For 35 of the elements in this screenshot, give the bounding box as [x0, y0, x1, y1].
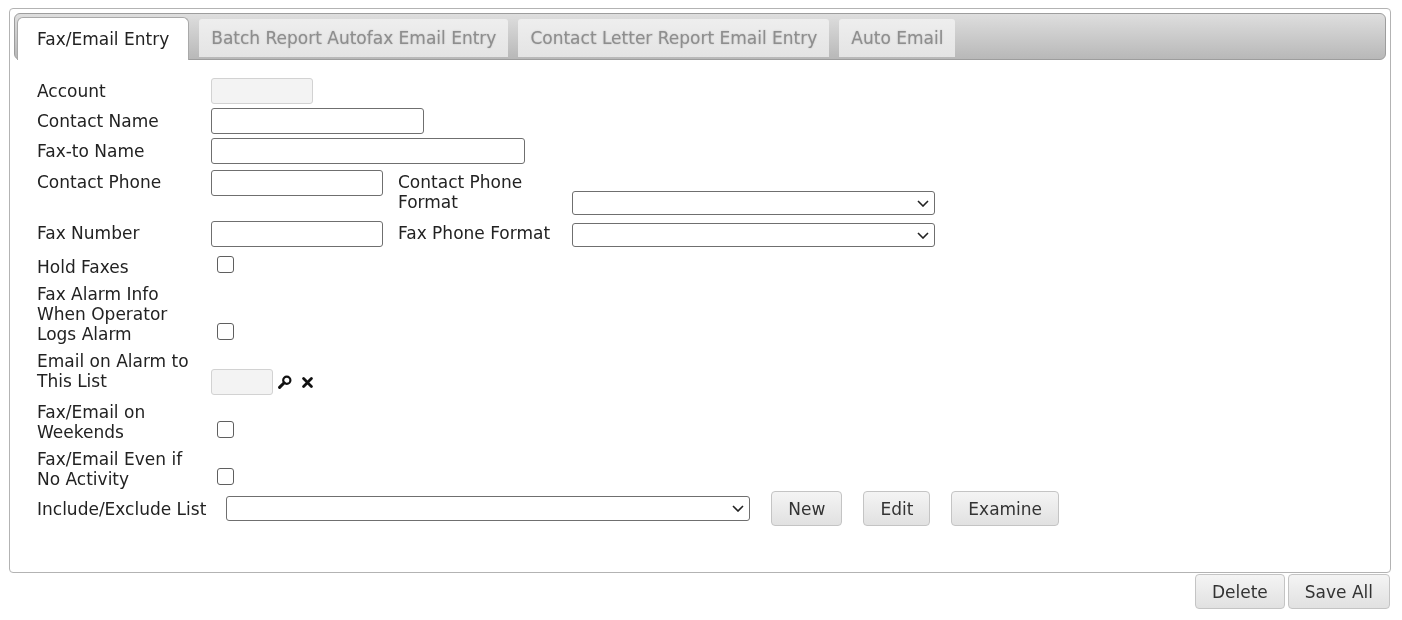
- field-label: Contact Phone Format: [398, 171, 524, 214]
- chevron-down-icon: [732, 505, 745, 512]
- dropdown-select[interactable]: [226, 496, 751, 521]
- checkbox[interactable]: [217, 256, 234, 273]
- dropdown-select[interactable]: [572, 223, 935, 247]
- dropdown-select[interactable]: [572, 191, 935, 215]
- form-button[interactable]: Examine: [951, 491, 1060, 526]
- input-field[interactable]: [211, 170, 383, 196]
- input-field[interactable]: [211, 108, 424, 134]
- field-label: Email on Alarm to This List: [37, 351, 190, 391]
- form-button[interactable]: New: [771, 491, 843, 526]
- checkbox[interactable]: [217, 421, 234, 438]
- field-label: Include/Exclude List: [37, 498, 207, 519]
- search-icon[interactable]: [278, 375, 292, 389]
- footer-button[interactable]: Save All: [1287, 574, 1390, 609]
- field-label: Fax/Email on Weekends: [37, 402, 147, 442]
- field-label: Contact Phone: [37, 171, 163, 192]
- field-label: Fax Number: [37, 222, 141, 243]
- field-label: Fax Alarm Info When Operator Logs Alarm: [37, 284, 169, 344]
- footer-button[interactable]: Delete: [1194, 574, 1285, 609]
- field-label: Contact Name: [37, 111, 160, 131]
- chevron-down-icon: [917, 231, 929, 239]
- form-button[interactable]: Edit: [863, 491, 931, 526]
- checkbox[interactable]: [217, 323, 234, 340]
- field-label: Fax-to Name: [37, 141, 146, 161]
- field-label: Hold Faxes: [37, 257, 130, 277]
- tab[interactable]: Fax/Email Entry: [17, 17, 190, 60]
- close-icon[interactable]: [302, 376, 313, 388]
- field-label: Fax/Email Even if No Activity: [37, 449, 184, 489]
- input-field[interactable]: [211, 221, 383, 247]
- chevron-down-icon: [917, 199, 929, 207]
- field-label: Fax Phone Format: [398, 222, 552, 245]
- input-field[interactable]: [211, 138, 525, 164]
- checkbox[interactable]: [217, 468, 234, 485]
- field-label: Account: [37, 81, 107, 101]
